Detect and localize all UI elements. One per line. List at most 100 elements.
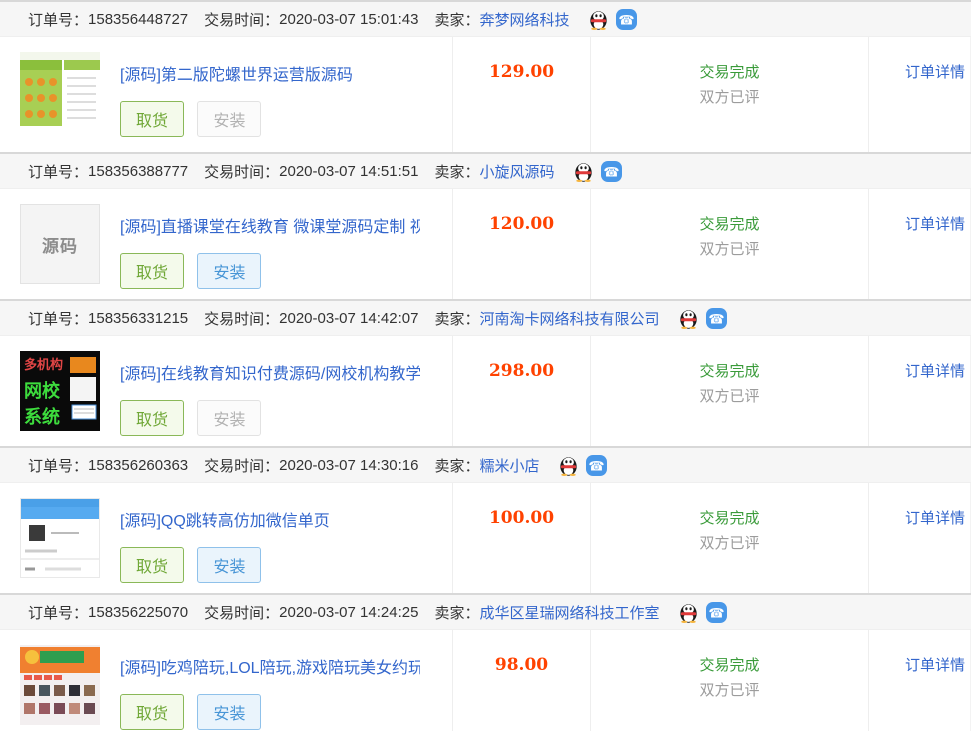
- price-cell: 298.00: [452, 336, 590, 446]
- install-button[interactable]: 安装: [197, 694, 261, 730]
- orders-page: 订单号：158356448727 交易时间：2020-03-07 15:01:4…: [0, 0, 971, 731]
- order-no-label: 订单号：: [28, 602, 88, 623]
- product-title-link[interactable]: [源码]第二版陀螺世界运营版源码: [120, 61, 353, 85]
- trade-time-value: 2020-03-07 14:42:07: [279, 310, 418, 327]
- order-no-label: 订单号：: [28, 308, 88, 329]
- seller-link[interactable]: 小旋风源码: [479, 161, 554, 182]
- trade-time-label: 交易时间：: [204, 455, 279, 476]
- details-cell: 订单详情: [868, 37, 971, 152]
- product-thumbnail[interactable]: 多机构 网校 系统: [20, 351, 100, 431]
- status-main: 交易完成: [591, 653, 868, 678]
- price-cell: 98.00: [452, 630, 590, 731]
- trade-time-label: 交易时间：: [204, 602, 279, 623]
- product-title-link[interactable]: [源码]在线教育知识付费源码/网校机构教学源码...: [120, 360, 420, 384]
- product-thumbnail[interactable]: 源码: [20, 204, 100, 284]
- product-thumbnail[interactable]: [20, 498, 100, 578]
- trade-time-value: 2020-03-07 15:01:43: [279, 11, 418, 28]
- order-header: 订单号：158356260363 交易时间：2020-03-07 14:30:1…: [0, 446, 971, 483]
- status-main: 交易完成: [591, 212, 868, 237]
- product-thumbnail[interactable]: [20, 645, 100, 725]
- price-value: 129.00: [489, 62, 554, 82]
- order-body: 多机构 网校 系统 [源码]在线教育知识付费源码/网校机构教学源码... 取货: [0, 336, 971, 446]
- phone-icon[interactable]: ☎: [706, 602, 727, 623]
- svg-text:☎: ☎: [709, 605, 725, 620]
- price-value: 120.00: [489, 214, 554, 234]
- seller-label: 卖家：: [434, 455, 479, 476]
- svg-text:☎: ☎: [619, 12, 635, 27]
- qq-icon[interactable]: [559, 455, 578, 476]
- order-header: 订单号：158356225070 交易时间：2020-03-07 14:24:2…: [0, 593, 971, 630]
- product-title-link[interactable]: [源码]吃鸡陪玩,LOL陪玩,游戏陪玩美女约玩网站...: [120, 654, 420, 678]
- install-button[interactable]: 安装: [197, 101, 261, 137]
- order-no-label: 订单号：: [28, 9, 88, 30]
- svg-text:☎: ☎: [589, 458, 605, 473]
- order-body: 源码 [源码]直播课堂在线教育 微课堂源码定制 视频音... 取货 安装 120…: [0, 189, 971, 299]
- product-cell: 多机构 网校 系统 [源码]在线教育知识付费源码/网校机构教学源码... 取货: [0, 336, 452, 446]
- pickup-button[interactable]: 取货: [120, 253, 184, 289]
- status-sub: 双方已评: [591, 384, 868, 409]
- details-cell: 订单详情: [868, 483, 971, 593]
- pickup-button[interactable]: 取货: [120, 400, 184, 436]
- status-sub: 双方已评: [591, 237, 868, 262]
- pickup-button[interactable]: 取货: [120, 694, 184, 730]
- product-cell: [源码]吃鸡陪玩,LOL陪玩,游戏陪玩美女约玩网站... 取货 安装: [0, 630, 452, 731]
- price-cell: 100.00: [452, 483, 590, 593]
- product-title-link[interactable]: [源码]直播课堂在线教育 微课堂源码定制 视频音...: [120, 213, 420, 237]
- seller-label: 卖家：: [434, 602, 479, 623]
- install-button[interactable]: 安装: [197, 547, 261, 583]
- seller-label: 卖家：: [434, 308, 479, 329]
- order-no-value: 158356448727: [88, 11, 188, 28]
- status-sub: 双方已评: [591, 531, 868, 556]
- qq-icon[interactable]: [574, 161, 593, 182]
- price-value: 100.00: [489, 508, 554, 528]
- order-header: 订单号：158356388777 交易时间：2020-03-07 14:51:5…: [0, 152, 971, 189]
- order-no-value: 158356225070: [88, 604, 188, 621]
- order-details-link[interactable]: 订单详情: [905, 363, 965, 380]
- product-cell: [源码]第二版陀螺世界运营版源码 取货 安装: [0, 37, 452, 152]
- status-cell: 交易完成 双方已评: [590, 630, 868, 731]
- pickup-button[interactable]: 取货: [120, 101, 184, 137]
- seller-link[interactable]: 成华区星瑞网络科技工作室: [479, 602, 659, 623]
- trade-time-label: 交易时间：: [204, 9, 279, 30]
- order-details-link[interactable]: 订单详情: [905, 64, 965, 81]
- trade-time-value: 2020-03-07 14:30:16: [279, 457, 418, 474]
- order-row: 订单号：158356260363 交易时间：2020-03-07 14:30:1…: [0, 446, 971, 593]
- order-details-link[interactable]: 订单详情: [905, 657, 965, 674]
- order-details-link[interactable]: 订单详情: [905, 510, 965, 527]
- price-cell: 120.00: [452, 189, 590, 299]
- order-row: 订单号：158356225070 交易时间：2020-03-07 14:24:2…: [0, 593, 971, 731]
- order-body: [源码]QQ跳转高仿加微信单页 取货 安装 100.00 交易完成 双方已评 订…: [0, 483, 971, 593]
- svg-text:多机构: 多机构: [24, 357, 63, 372]
- qq-icon[interactable]: [679, 308, 698, 329]
- order-no-label: 订单号：: [28, 161, 88, 182]
- order-no-label: 订单号：: [28, 455, 88, 476]
- status-cell: 交易完成 双方已评: [590, 189, 868, 299]
- order-header: 订单号：158356331215 交易时间：2020-03-07 14:42:0…: [0, 299, 971, 336]
- install-button[interactable]: 安装: [197, 253, 261, 289]
- product-title-link[interactable]: [源码]QQ跳转高仿加微信单页: [120, 507, 330, 531]
- details-cell: 订单详情: [868, 189, 971, 299]
- details-cell: 订单详情: [868, 630, 971, 731]
- product-cell: [源码]QQ跳转高仿加微信单页 取货 安装: [0, 483, 452, 593]
- status-sub: 双方已评: [591, 678, 868, 703]
- product-thumbnail[interactable]: [20, 52, 100, 132]
- qq-icon[interactable]: [589, 9, 608, 30]
- svg-text:☎: ☎: [604, 164, 620, 179]
- order-details-link[interactable]: 订单详情: [905, 216, 965, 233]
- status-cell: 交易完成 双方已评: [590, 37, 868, 152]
- install-button[interactable]: 安装: [197, 400, 261, 436]
- price-value: 98.00: [495, 655, 548, 675]
- seller-label: 卖家：: [434, 9, 479, 30]
- phone-icon[interactable]: ☎: [601, 161, 622, 182]
- phone-icon[interactable]: ☎: [706, 308, 727, 329]
- phone-icon[interactable]: ☎: [586, 455, 607, 476]
- order-no-value: 158356388777: [88, 163, 188, 180]
- order-no-value: 158356331215: [88, 310, 188, 327]
- qq-icon[interactable]: [679, 602, 698, 623]
- seller-link[interactable]: 奔梦网络科技: [479, 9, 569, 30]
- pickup-button[interactable]: 取货: [120, 547, 184, 583]
- seller-link[interactable]: 河南淘卡网络科技有限公司: [479, 308, 659, 329]
- status-sub: 双方已评: [591, 85, 868, 110]
- seller-link[interactable]: 糯米小店: [479, 455, 539, 476]
- phone-icon[interactable]: ☎: [616, 9, 637, 30]
